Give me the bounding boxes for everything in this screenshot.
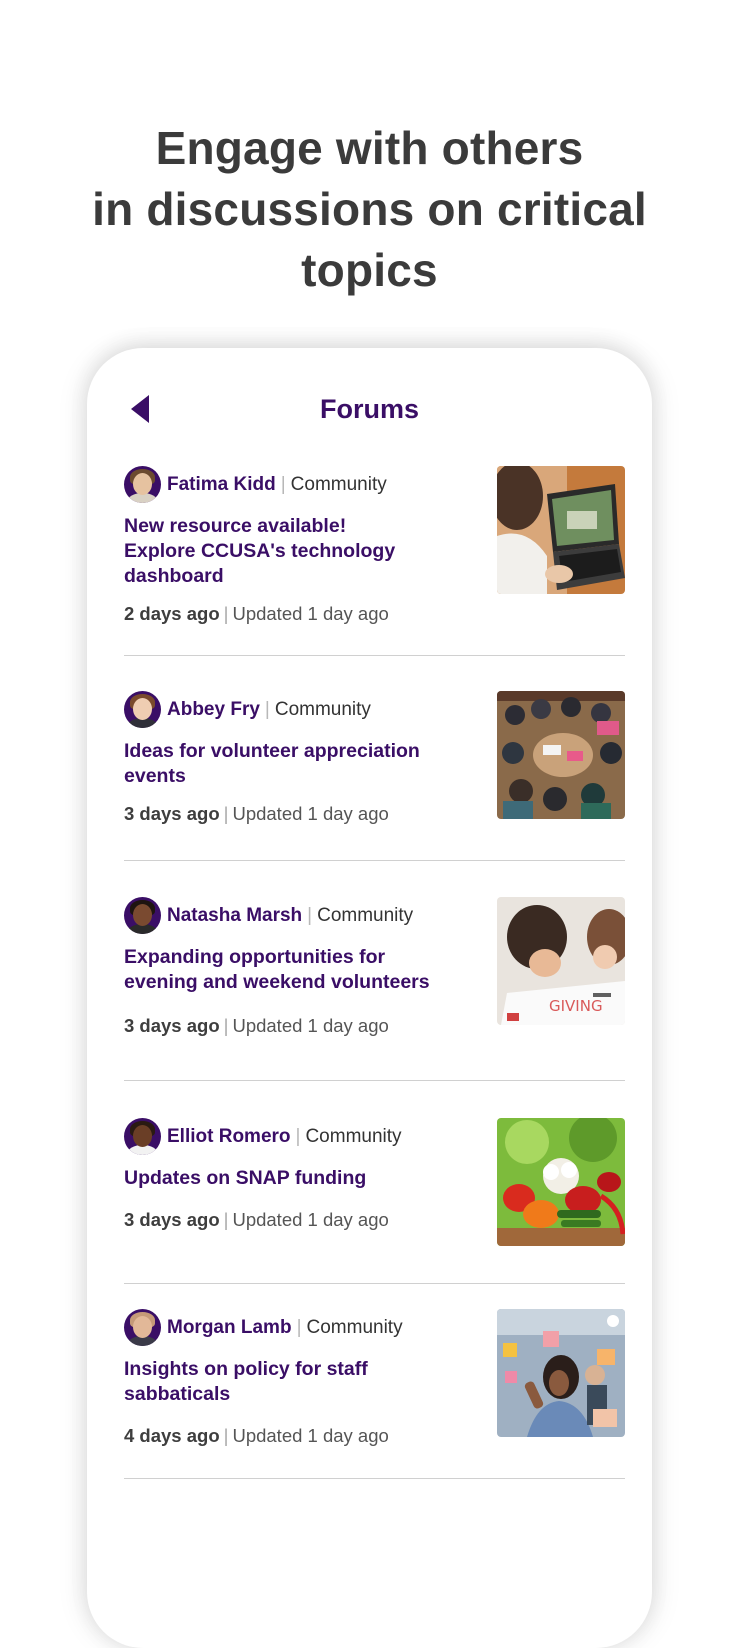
post-thumbnail[interactable]	[497, 1118, 625, 1246]
author-name[interactable]: Elliot Romero	[167, 1126, 291, 1148]
sticky-notes-photo	[497, 1309, 625, 1437]
headline-line: in discussions on critical	[92, 183, 647, 235]
forum-post[interactable]: Natasha Marsh | Community Expanding oppo…	[124, 897, 625, 1081]
screen-title: Forums	[319, 394, 419, 424]
post-thumbnail[interactable]	[497, 466, 625, 594]
headline-line: topics	[301, 244, 438, 296]
updated-time: Updated 1 day ago	[232, 1209, 389, 1230]
post-title[interactable]: Updates on SNAP funding	[124, 1166, 454, 1191]
posted-time: 2 days ago	[124, 603, 220, 624]
post-category: Community	[274, 698, 371, 720]
updated-time: Updated 1 day ago	[232, 1015, 389, 1036]
post-meta: 4 days ago | Updated 1 day ago	[124, 1425, 389, 1446]
author-name[interactable]: Fatima Kidd	[167, 474, 276, 496]
author-row: Morgan Lamb | Community	[124, 1309, 403, 1346]
post-category: Community	[305, 1125, 402, 1147]
headline: Engage with others in discussions on cri…	[0, 118, 739, 301]
post-title[interactable]: Insights on policy for staff sabbaticals	[124, 1357, 454, 1407]
laptop-photo	[497, 466, 625, 594]
author-row: Fatima Kidd | Community	[124, 466, 387, 503]
post-category: Community	[290, 473, 387, 495]
posted-time: 3 days ago	[124, 803, 220, 824]
author-row: Elliot Romero | Community	[124, 1118, 402, 1155]
updated-time: Updated 1 day ago	[232, 803, 389, 824]
author-row: Abbey Fry | Community	[124, 691, 371, 728]
phone-frame: Forums Fatima Kidd | Community New resou…	[87, 348, 652, 1648]
avatar	[124, 1309, 161, 1346]
post-meta: 2 days ago | Updated 1 day ago	[124, 603, 389, 624]
forum-post[interactable]: Elliot Romero | Community Updates on SNA…	[124, 1118, 625, 1284]
avatar	[124, 691, 161, 728]
forum-post[interactable]: Morgan Lamb | Community Insights on poli…	[124, 1309, 625, 1479]
post-title[interactable]: Ideas for volunteer appreciation events	[124, 739, 454, 789]
divider	[124, 1478, 625, 1479]
updated-time: Updated 1 day ago	[232, 1425, 389, 1446]
children-drawing-photo: GIVING	[497, 897, 625, 1025]
post-title[interactable]: New resource available! Explore CCUSA's …	[124, 514, 454, 589]
divider	[124, 860, 625, 861]
posted-time: 3 days ago	[124, 1015, 220, 1036]
post-thumbnail[interactable]	[497, 1309, 625, 1437]
forum-post[interactable]: Fatima Kidd | Community New resource ava…	[124, 466, 625, 656]
post-title[interactable]: Expanding opportunities for evening and …	[124, 945, 454, 995]
post-thumbnail[interactable]: GIVING	[497, 897, 625, 1025]
divider	[124, 1080, 625, 1081]
forum-post[interactable]: Abbey Fry | Community Ideas for voluntee…	[124, 691, 625, 861]
divider	[124, 1283, 625, 1284]
avatar	[124, 466, 161, 503]
post-thumbnail[interactable]	[497, 691, 625, 819]
giving-text: GIVING	[549, 997, 603, 1015]
post-meta: 3 days ago | Updated 1 day ago	[124, 1015, 389, 1036]
post-category: Community	[306, 1316, 403, 1338]
headline-line: Engage with others	[155, 122, 584, 174]
updated-time: Updated 1 day ago	[232, 603, 389, 624]
author-name[interactable]: Abbey Fry	[167, 699, 260, 721]
group-meeting-photo	[497, 691, 625, 819]
post-meta: 3 days ago | Updated 1 day ago	[124, 803, 389, 824]
post-category: Community	[317, 904, 414, 926]
vegetables-photo	[497, 1118, 625, 1246]
post-meta: 3 days ago | Updated 1 day ago	[124, 1209, 389, 1230]
author-name[interactable]: Morgan Lamb	[167, 1317, 292, 1339]
posted-time: 3 days ago	[124, 1209, 220, 1230]
avatar	[124, 1118, 161, 1155]
divider	[124, 655, 625, 656]
author-row: Natasha Marsh | Community	[124, 897, 413, 934]
avatar	[124, 897, 161, 934]
posted-time: 4 days ago	[124, 1425, 220, 1446]
author-name[interactable]: Natasha Marsh	[167, 905, 302, 927]
